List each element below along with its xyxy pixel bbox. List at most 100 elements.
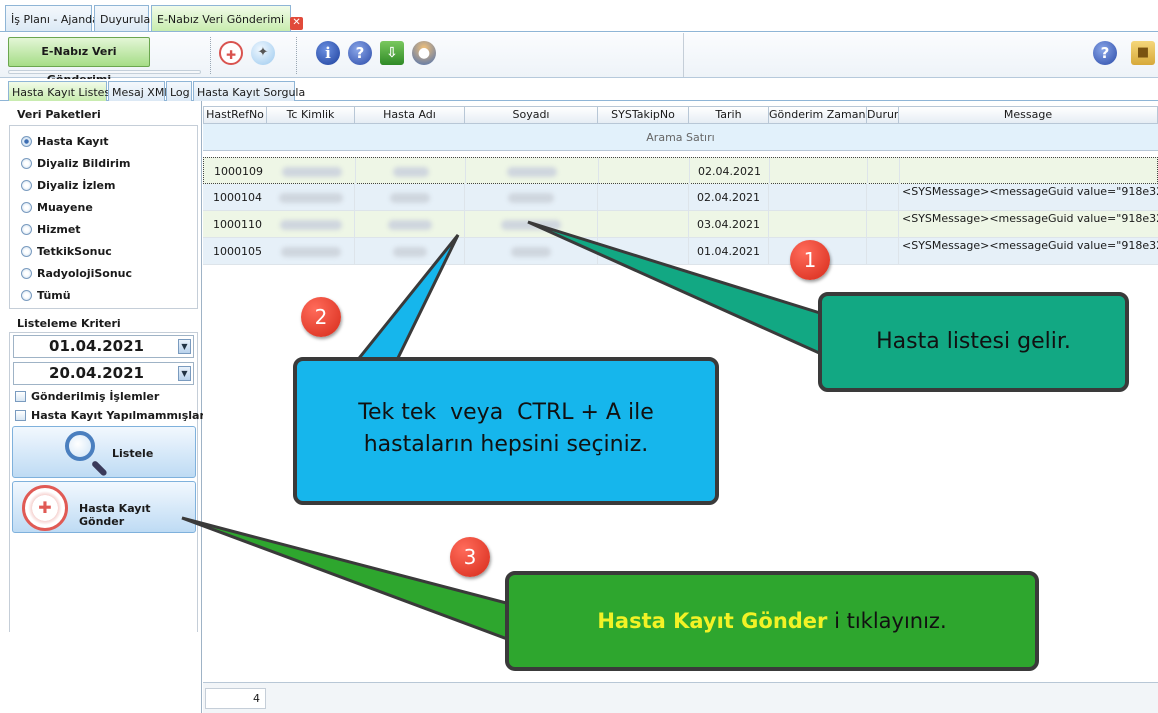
- tab-label: Duyurular: [100, 13, 155, 26]
- col-tc-kimlik[interactable]: Tc Kimlik: [267, 106, 355, 124]
- radio-diyaliz-bildirim[interactable]: Diyaliz Bildirim: [21, 157, 131, 175]
- redacted-value: [281, 167, 342, 177]
- start-date-input[interactable]: 01.04.2021 ▼: [13, 335, 194, 358]
- radio-tetkik-sonuc[interactable]: TetkikSonuc: [21, 245, 112, 263]
- lock-icon[interactable]: ■: [1131, 41, 1155, 65]
- tab-is-plani-ajanda[interactable]: İş Planı - Ajanda: [5, 5, 99, 31]
- redacted-value: [279, 220, 342, 230]
- cell-tc: [267, 238, 355, 265]
- tab-duyurular[interactable]: Duyurular: [94, 5, 155, 31]
- radio-icon: [21, 158, 32, 169]
- radio-icon: [21, 180, 32, 191]
- radio-checked-icon: [21, 136, 32, 147]
- cell-message: <SYSMessage><messageGuid value="918e32b3…: [902, 185, 1158, 198]
- redacted-value: [501, 220, 561, 230]
- listele-button[interactable]: Listele: [12, 426, 196, 478]
- col-systakipno[interactable]: SYSTakipNo: [598, 106, 689, 124]
- search-row[interactable]: Arama Satırı: [203, 124, 1158, 151]
- redacted-value: [280, 247, 341, 257]
- radio-muayene[interactable]: Muayene: [21, 201, 93, 219]
- table-row[interactable]: 1000110 03.04.2021 <SYSMessage><messageG…: [203, 211, 1158, 238]
- cell-surname: [466, 158, 599, 185]
- cell-name: [355, 211, 465, 238]
- tab-hasta-kayit-sorgula[interactable]: Hasta Kayıt Sorgula: [193, 81, 305, 101]
- redacted-value: [392, 167, 429, 177]
- radio-label: Hizmet: [37, 223, 81, 236]
- chk-gonderilmis-islemler[interactable]: Gönderilmiş İşlemler: [15, 390, 159, 406]
- user-icon[interactable]: ●: [412, 41, 436, 65]
- tab-label: Mesaj XML: [112, 86, 171, 99]
- cell-systakip: [598, 211, 689, 238]
- cell-surname: [465, 184, 598, 211]
- radio-label: TetkikSonuc: [37, 245, 112, 258]
- cell-message: <SYSMessage><messageGuid value="918e32b3…: [902, 239, 1158, 252]
- col-durum[interactable]: Durur: [867, 106, 899, 124]
- radio-tumu[interactable]: Tümü: [21, 289, 71, 307]
- hasta-kayit-gonder-label: Hasta Kayıt Gönder: [79, 502, 151, 528]
- col-gonderim-zamani[interactable]: Gönderim Zamanı: [769, 106, 867, 124]
- cell-message: <SYSMessage><messageGuid value="918e32b3…: [902, 212, 1158, 225]
- col-tarih[interactable]: Tarih: [689, 106, 769, 124]
- redacted-value: [392, 247, 427, 257]
- callout-3-rest: i tıklayınız.: [827, 609, 947, 633]
- grid-header: HastRefNo Tc Kimlik Hasta Adı Soyadı SYS…: [203, 106, 1158, 124]
- magnifier-handle: [90, 459, 108, 477]
- radio-diyaliz-izlem[interactable]: Diyaliz İzlem: [21, 179, 115, 197]
- radio-hasta-kayit[interactable]: Hasta Kayıt: [21, 135, 109, 153]
- recycle-bin-icon[interactable]: ⇩: [380, 41, 404, 65]
- col-message[interactable]: Message: [899, 106, 1158, 124]
- tab-label: İş Planı - Ajanda: [11, 13, 99, 26]
- enabiz-title-button[interactable]: E-Nabız Veri Gönderimi: [8, 37, 150, 86]
- cell-name: [356, 158, 466, 185]
- redacted-value: [511, 247, 551, 257]
- checkbox-label: Hasta Kayıt Yapılmammışlar: [31, 409, 205, 422]
- end-date-value: 20.04.2021: [49, 364, 144, 382]
- chk-hasta-kayit-yapilmamislar[interactable]: Hasta Kayıt Yapılmammışlar: [15, 409, 205, 425]
- help-icon[interactable]: ?: [1093, 41, 1117, 65]
- tab-mesaj-xml[interactable]: Mesaj XML: [108, 81, 170, 101]
- redacted-value: [389, 193, 430, 203]
- radio-label: Tümü: [37, 289, 71, 302]
- table-row[interactable]: 1000104 02.04.2021 <SYSMessage><messageG…: [203, 184, 1158, 211]
- lightbulb-icon[interactable]: ✦: [251, 41, 275, 65]
- cell-ref: 1000109: [214, 165, 263, 178]
- redacted-value: [387, 220, 432, 230]
- col-soyadi[interactable]: Soyadı: [465, 106, 598, 124]
- toolbar-separator: [683, 33, 684, 77]
- end-date-input[interactable]: 20.04.2021 ▼: [13, 362, 194, 385]
- tab-hasta-kayit-listesi[interactable]: Hasta Kayıt Listesi: [8, 81, 113, 101]
- radio-label: RadyolojiSonuc: [37, 267, 133, 280]
- close-icon[interactable]: ✕: [290, 17, 304, 30]
- help-icon[interactable]: ?: [348, 41, 372, 65]
- radio-hizmet[interactable]: Hizmet: [21, 223, 81, 241]
- chevron-down-icon[interactable]: ▼: [178, 366, 191, 381]
- radio-icon: [21, 290, 32, 301]
- tab-enabiz-veri-gonderimi[interactable]: E-Nabız Veri Gönderimi ✕: [151, 5, 304, 31]
- criteria-title: Listeleme Kriteri: [17, 317, 121, 330]
- callout-2-line-2: hastaların hepsini seçiniz.: [363, 432, 649, 457]
- toolbar-separator: [210, 37, 211, 74]
- tab-label: Log: [170, 86, 190, 99]
- info-icon[interactable]: i: [316, 41, 340, 65]
- ministry-logo-icon[interactable]: ✚: [219, 41, 243, 65]
- cell-ref: 1000105: [213, 245, 262, 258]
- callout-2-line-1: Tek tek veya CTRL + A ile: [358, 400, 654, 425]
- col-hasta-adi[interactable]: Hasta Adı: [355, 106, 465, 124]
- cell-tc: [267, 211, 355, 238]
- cell-message: [900, 158, 1158, 185]
- cell-ref: 1000110: [213, 218, 262, 231]
- checkbox-label: Gönderilmiş İşlemler: [31, 390, 160, 403]
- tab-label: E-Nabız Veri Gönderimi: [157, 13, 285, 26]
- toolbar-separator: [296, 37, 297, 74]
- hasta-kayit-gonder-button[interactable]: ✚ Hasta Kayıt Gönder: [12, 481, 196, 533]
- cell-surname: [465, 238, 598, 265]
- radio-radyoloji-sonuc[interactable]: RadyolojiSonuc: [21, 267, 132, 285]
- chevron-down-icon[interactable]: ▼: [178, 339, 191, 354]
- table-row[interactable]: 1000105 01.04.2021 <SYSMessage><messageG…: [203, 238, 1158, 265]
- cell-gonderim: [769, 211, 867, 238]
- tab-log[interactable]: Log: [166, 81, 192, 101]
- sub-tab-bar: Hasta Kayıt Listesi Mesaj XML Log Hasta …: [0, 79, 1158, 101]
- table-row[interactable]: 1000109 02.04.2021: [203, 157, 1158, 185]
- title-underline: [8, 70, 201, 74]
- col-hastrefno[interactable]: HastRefNo: [203, 106, 267, 124]
